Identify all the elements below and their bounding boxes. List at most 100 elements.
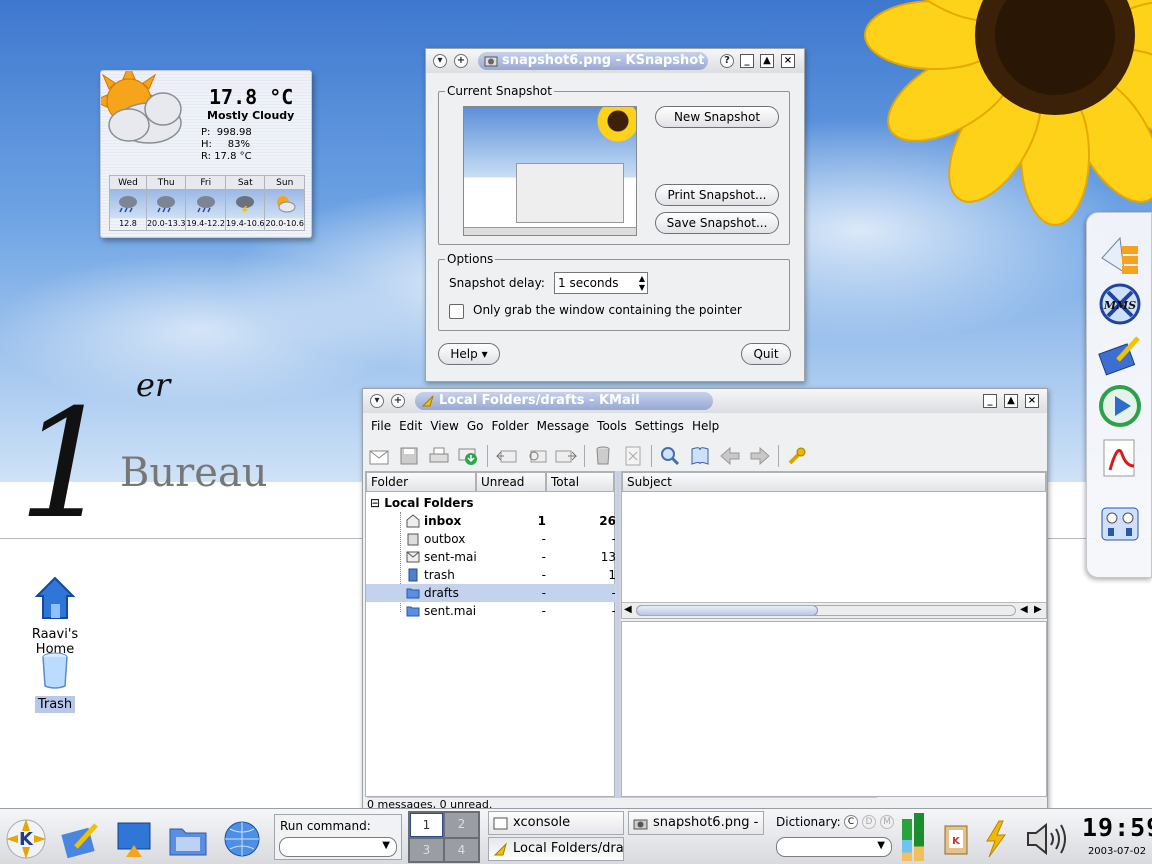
trash-icon[interactable]	[591, 444, 615, 468]
weather-temperature: 17.8 °C	[209, 85, 294, 109]
task-kmail[interactable]: Local Folders/drat	[488, 837, 624, 861]
column-header-folder[interactable]: Folder	[366, 472, 476, 492]
editor-pen-icon[interactable]	[1097, 331, 1143, 377]
scroll-left-icon[interactable]: ◀	[1020, 604, 1028, 615]
check-mail-icon[interactable]	[457, 444, 481, 468]
sticky-pin-icon[interactable]: +	[454, 54, 468, 68]
scroll-left-icon[interactable]: ◀	[624, 604, 632, 615]
k-menu-icon[interactable]: K	[4, 817, 48, 861]
file-manager-folder-icon[interactable]	[166, 817, 210, 861]
folder-row-drafts[interactable]: drafts - -	[366, 584, 616, 602]
mail-launcher-icon[interactable]	[1097, 231, 1143, 277]
message-preview-pane[interactable]	[621, 621, 1047, 797]
save-icon[interactable]	[397, 444, 421, 468]
system-monitor-bars[interactable]	[902, 813, 926, 861]
desktop-icon-trash[interactable]: Trash	[10, 652, 100, 713]
desktop-shell-icon[interactable]	[112, 817, 156, 861]
folder-row-inbox[interactable]: inbox 1 26	[366, 512, 616, 530]
task-xconsole[interactable]: xconsole	[488, 811, 624, 835]
weather-widget[interactable]: 17.8 °C Mostly Cloudy P: 998.98 H: 83% R: …	[100, 70, 312, 238]
quit-button[interactable]: Quit	[741, 343, 791, 365]
previous-arrow-icon[interactable]	[718, 444, 742, 468]
media-play-icon[interactable]	[1097, 383, 1143, 429]
sticky-pin-icon[interactable]: +	[391, 394, 405, 408]
next-arrow-icon[interactable]	[748, 444, 772, 468]
print-snapshot-button[interactable]: Print Snapshot...	[655, 184, 779, 206]
kdict-lightning-icon[interactable]	[976, 817, 1016, 861]
window-menu-icon[interactable]: ▾	[433, 54, 447, 68]
menu-view[interactable]: View	[426, 417, 462, 437]
scroll-right-icon[interactable]: ▶	[1034, 604, 1042, 615]
print-icon[interactable]	[427, 444, 451, 468]
pager-desktop-4[interactable]: 4	[445, 839, 478, 861]
dropdown-arrow-icon[interactable]: ▼	[382, 840, 390, 851]
horizontal-scrollbar[interactable]: ◀ ◀ ▶	[622, 602, 1046, 618]
minimize-icon[interactable]: _	[740, 54, 754, 68]
reply-all-icon[interactable]	[524, 444, 548, 468]
dict-c-button[interactable]: C	[844, 815, 858, 829]
menu-tools[interactable]: Tools	[593, 417, 631, 437]
column-header-total[interactable]: Total	[546, 472, 614, 492]
new-message-icon[interactable]	[367, 444, 391, 468]
find-icon[interactable]	[658, 444, 682, 468]
folder-row-trash[interactable]: trash - 1	[366, 566, 616, 584]
weather-pressure: P: 998.98	[201, 127, 252, 138]
run-command-input[interactable]: ▼	[279, 837, 397, 857]
folder-name: inbox	[424, 514, 462, 528]
folder-row-sent-mail[interactable]: sent-mai - 13	[366, 548, 616, 566]
address-book-icon[interactable]	[688, 444, 712, 468]
task-ksnapshot[interactable]: snapshot6.png - K	[628, 811, 764, 835]
menu-go[interactable]: Go	[463, 417, 488, 437]
dictionary-input[interactable]: ▼	[776, 837, 892, 857]
save-snapshot-button[interactable]: Save Snapshot...	[655, 212, 779, 234]
kmail-titlebar[interactable]: ▾ + Local Folders/drafts - KMail _ ▲ ×	[363, 389, 1047, 413]
reply-icon[interactable]	[494, 444, 518, 468]
menu-folder[interactable]: Folder	[487, 417, 532, 437]
pager-desktop-2[interactable]: 2	[445, 813, 478, 837]
menu-file[interactable]: File	[367, 417, 395, 437]
minimize-icon[interactable]: _	[983, 394, 997, 408]
klipper-clipboard-icon[interactable]: K	[936, 817, 976, 861]
volume-speaker-icon[interactable]	[1020, 817, 1076, 861]
pdf-reader-icon[interactable]	[1097, 435, 1143, 481]
pager-desktop-3[interactable]: 3	[410, 839, 443, 861]
close-icon[interactable]: ×	[1025, 394, 1039, 408]
window-menu-icon[interactable]: ▾	[370, 394, 384, 408]
menu-settings[interactable]: Settings	[631, 417, 688, 437]
snapshot-preview[interactable]	[463, 106, 637, 236]
collapse-tree-icon[interactable]: ⊟	[370, 496, 380, 510]
dict-m-button[interactable]: M	[880, 815, 894, 829]
only-window-checkbox[interactable]	[449, 304, 464, 319]
folder-row-sent[interactable]: sent.mai - -	[366, 602, 616, 620]
dropdown-arrow-icon[interactable]: ▼	[877, 840, 885, 851]
folder-row-outbox[interactable]: outbox - -	[366, 530, 616, 548]
ksnapshot-titlebar[interactable]: ▾ + snapshot6.png - KSnapshot ? _ ▲ ×	[426, 49, 804, 73]
folder-root-local[interactable]: ⊟ Local Folders	[370, 494, 474, 512]
column-header-unread[interactable]: Unread	[476, 472, 546, 492]
configure-wrench-icon[interactable]	[785, 444, 809, 468]
help-button[interactable]: Help ▾	[438, 343, 500, 365]
dict-d-button[interactable]: D	[862, 815, 876, 829]
delete-icon[interactable]	[621, 444, 645, 468]
forward-icon[interactable]	[554, 444, 578, 468]
menu-message[interactable]: Message	[533, 417, 594, 437]
clock-applet[interactable]: 19:59 2003-07-02	[1082, 811, 1152, 863]
web-browser-globe-icon[interactable]	[220, 817, 264, 861]
scrollbar-track[interactable]	[636, 605, 1016, 616]
column-header-subject[interactable]: Subject	[622, 472, 1046, 492]
spin-arrows-icon[interactable]: ▲ ▼	[639, 274, 645, 292]
notes-pen-icon[interactable]	[58, 817, 102, 861]
maximize-icon[interactable]: ▲	[760, 54, 774, 68]
menu-help[interactable]: Help	[688, 417, 723, 437]
maximize-icon[interactable]: ▲	[1004, 394, 1018, 408]
control-center-icon[interactable]	[1097, 501, 1143, 547]
pager-desktop-1[interactable]: 1	[410, 813, 443, 837]
mms-x-icon[interactable]: MMS	[1097, 281, 1143, 327]
help-icon[interactable]: ?	[720, 54, 734, 68]
close-icon[interactable]: ×	[781, 54, 795, 68]
new-snapshot-button[interactable]: New Snapshot	[655, 106, 779, 128]
desktop-icon-home[interactable]: Raavi's Home	[10, 576, 100, 658]
menu-edit[interactable]: Edit	[395, 417, 426, 437]
message-list-pane[interactable]: Subject ◀ ◀ ▶	[621, 471, 1047, 619]
delay-spinbox[interactable]: 1 seconds ▲ ▼	[554, 272, 648, 294]
